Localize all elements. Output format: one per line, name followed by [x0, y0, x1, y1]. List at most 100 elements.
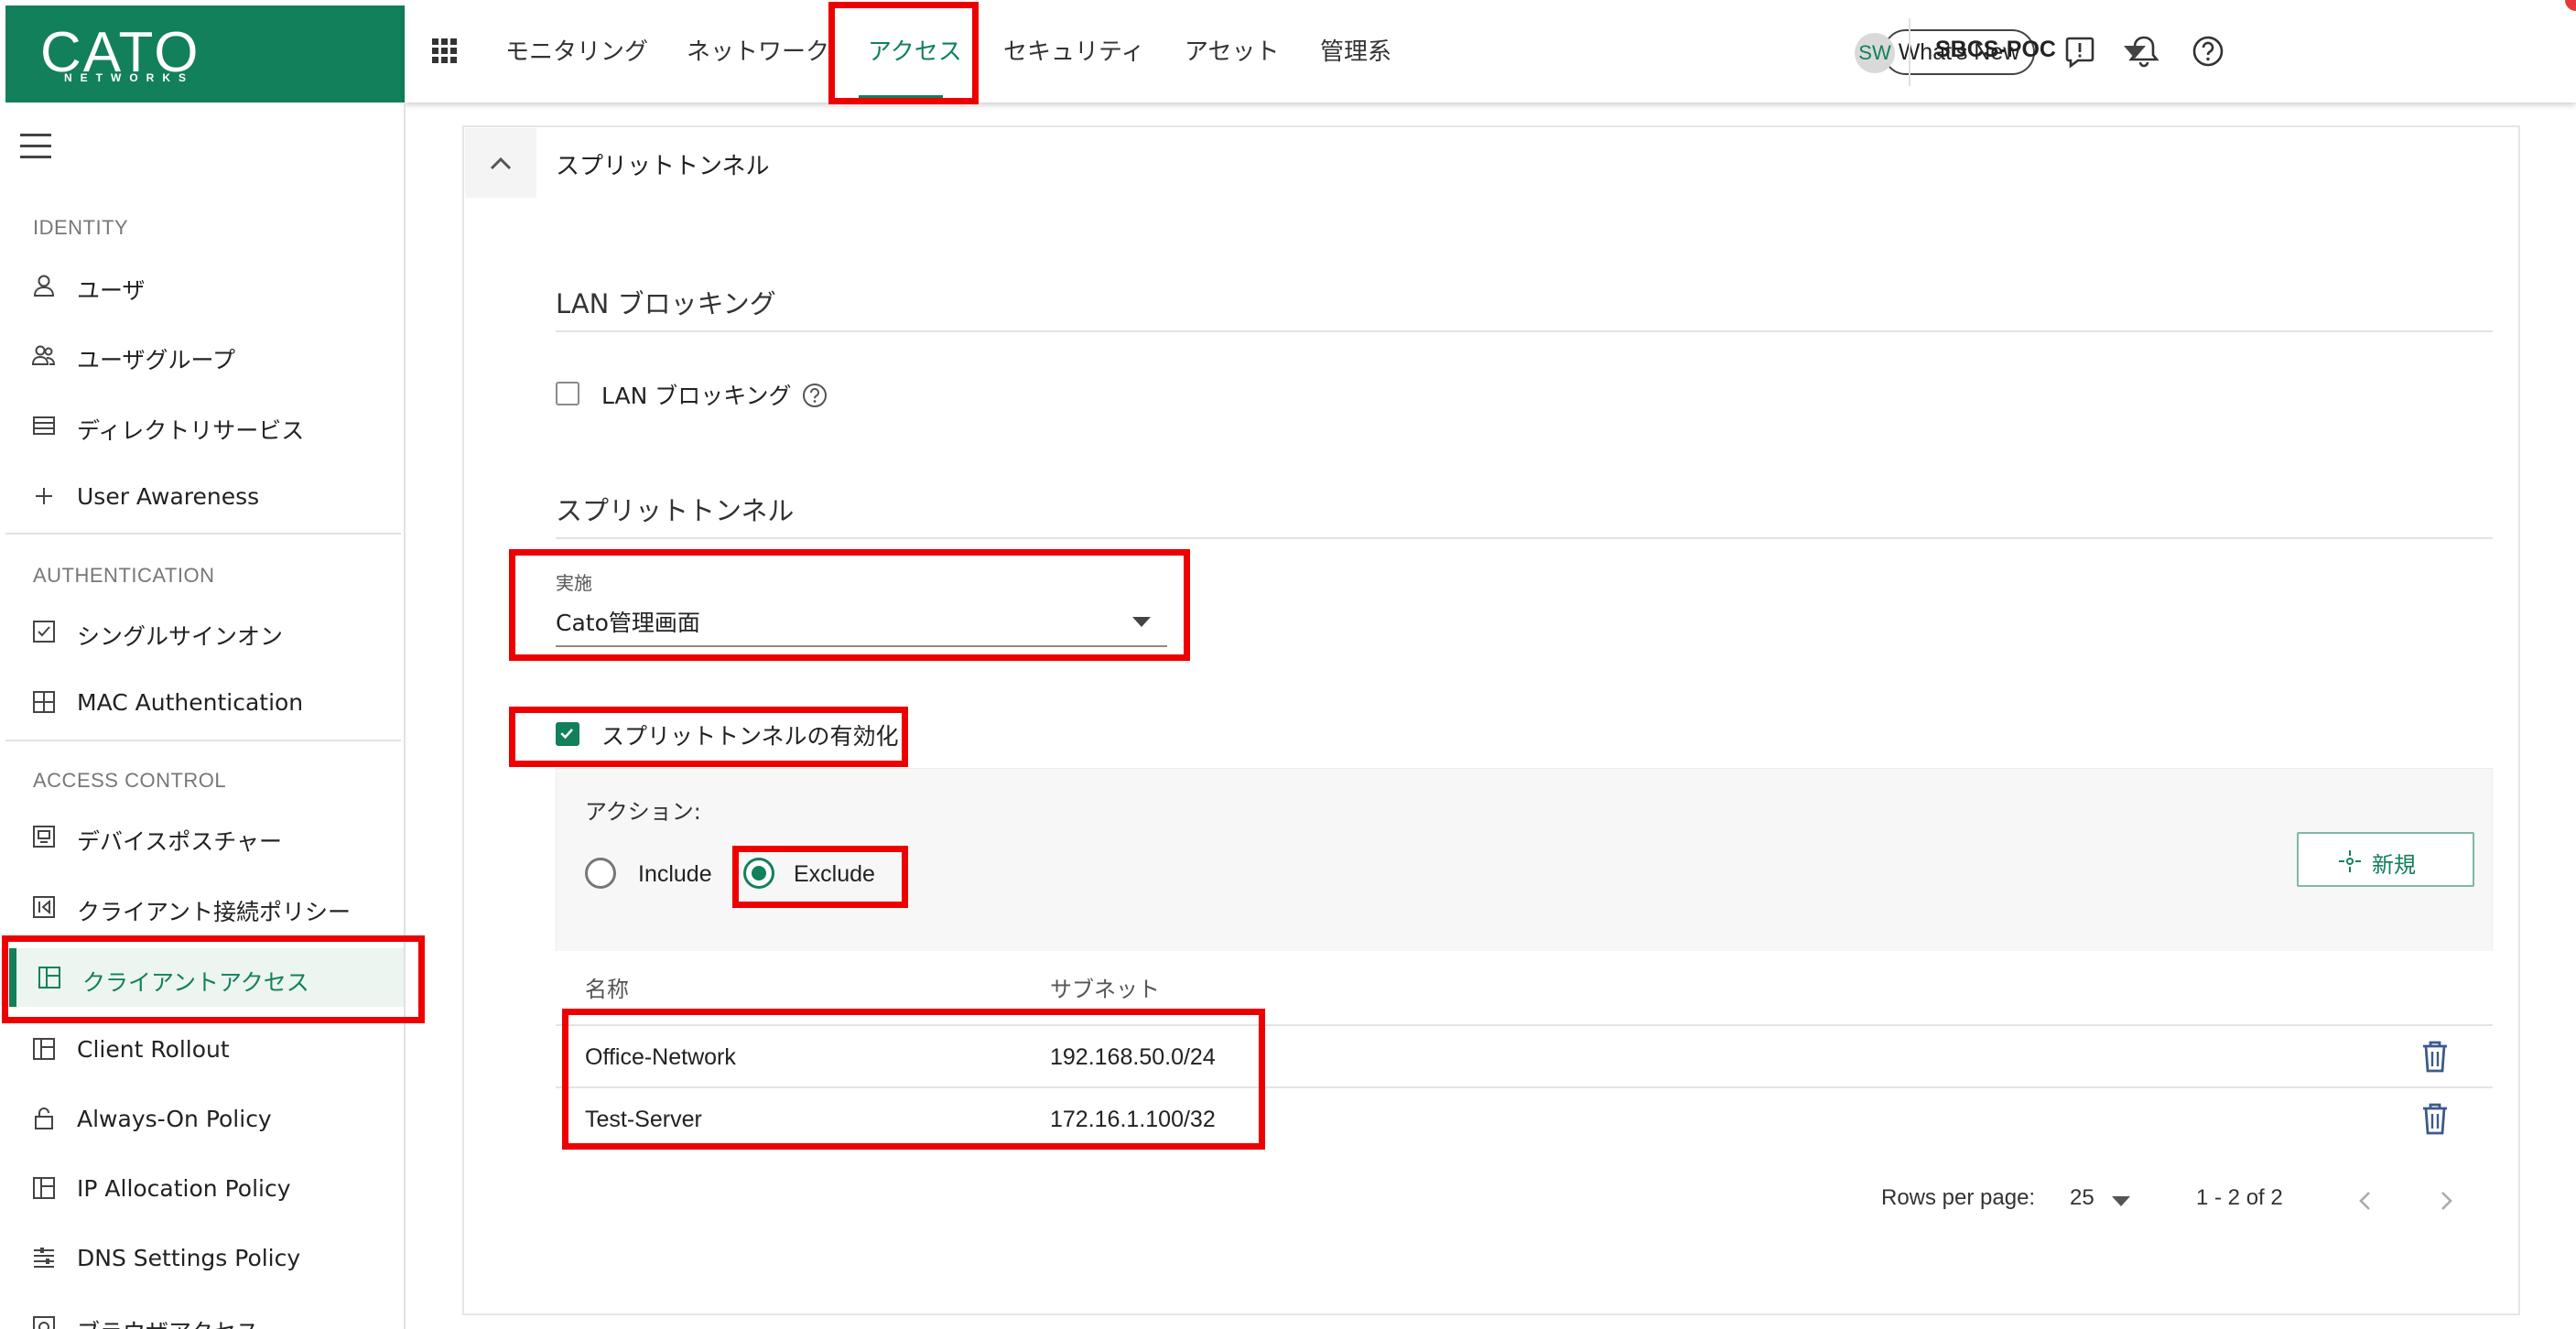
sidebar-section-authentication: AUTHENTICATION [33, 564, 215, 587]
sidebar-item-client-access[interactable]: クライアントアクセス [0, 948, 404, 1007]
sidebar: IDENTITY ユーザ ユーザグループ ディレクトリサービス User Awa… [0, 103, 406, 1329]
section-divider [556, 330, 2493, 332]
lock-icon [35, 1108, 53, 1129]
sidebar-section-identity: IDENTITY [33, 216, 129, 239]
sidebar-item-device-posture[interactable]: デバイスポスチャー [0, 807, 404, 866]
grid-icon [33, 691, 55, 713]
nav-security[interactable]: セキュリティ [1003, 33, 1144, 67]
enable-split-tunnel-checkbox[interactable] [556, 722, 579, 746]
sidebar-item-user-awareness[interactable]: User Awareness [0, 467, 404, 525]
nav-access[interactable]: アクセス [868, 33, 962, 67]
apps-grid-icon[interactable] [432, 38, 458, 64]
sidebar-item-label: デバイスポスチャー [77, 828, 283, 855]
table-row[interactable]: Test-Server 172.16.1.100/32 [556, 1086, 2493, 1151]
exclude-radio-label: Exclude [794, 861, 875, 887]
help-icon[interactable] [2190, 33, 2226, 70]
enforcement-select-label: 実施 [556, 572, 592, 594]
rows-per-page-caret-icon[interactable] [2112, 1196, 2130, 1206]
new-button[interactable]: 新規 [2297, 832, 2474, 887]
split-tunnel-card: スプリットトンネル LAN ブロッキング LAN ブロッキング スプリットトンネ… [462, 125, 2520, 1315]
table-row[interactable]: Office-Network 192.168.50.0/24 [556, 1024, 2493, 1088]
collapse-button[interactable] [465, 128, 536, 198]
lan-blocking-help-icon[interactable] [801, 382, 828, 409]
enforcement-select[interactable]: Cato管理画面 [556, 605, 700, 638]
sidebar-divider [5, 533, 401, 535]
sidebar-item-browser-access[interactable]: ブラウザアクセス [0, 1298, 404, 1329]
subnet-table: 名称 サブネット Office-Network 192.168.50.0/24 … [556, 951, 2493, 1152]
cato-logo[interactable]: CATO NETWORKS [5, 5, 405, 103]
tenant-dropdown-caret-icon[interactable] [2124, 46, 2146, 59]
column-header-subnet[interactable]: サブネット [1050, 971, 1160, 1003]
rows-per-page-label: Rows per page: [1881, 1185, 2036, 1210]
users-icon [31, 345, 56, 365]
corner-indicator [2565, 0, 2576, 11]
user-icon [33, 275, 55, 297]
column-header-name[interactable]: 名称 [585, 971, 629, 1003]
enforcement-select-underline [556, 645, 1167, 647]
sidebar-item-label: クライアント接続ポリシー [77, 899, 352, 925]
sidebar-item-user-groups[interactable]: ユーザグループ [0, 326, 404, 384]
nav-assets[interactable]: アセット [1185, 33, 1279, 67]
delete-trash-icon[interactable] [2419, 1101, 2451, 1136]
lan-blocking-checkbox-label: LAN ブロッキング [601, 383, 792, 409]
directory-icon [33, 416, 55, 435]
sidebar-item-dns-settings-policy[interactable]: DNS Settings Policy [0, 1228, 404, 1287]
section-divider [556, 537, 2493, 539]
lan-blocking-section-title: LAN ブロッキング [556, 288, 776, 319]
sidebar-item-label: クライアントアクセス [82, 969, 309, 996]
nav-admin[interactable]: 管理系 [1320, 33, 1391, 67]
nav-monitoring[interactable]: モニタリング [505, 33, 648, 67]
action-label: アクション: [585, 799, 701, 825]
sidebar-item-mac-authentication[interactable]: MAC Authentication [0, 673, 404, 731]
split-tunnel-section-title: スプリットトンネル [556, 495, 795, 526]
sidebar-item-label: IP Allocation Policy [77, 1175, 291, 1202]
tenant-name[interactable]: SBCS-POC [1935, 37, 2056, 63]
card-title: スプリットトンネル [556, 153, 770, 180]
rows-per-page-select[interactable]: 25 [2070, 1185, 2094, 1211]
nav-network[interactable]: ネットワーク [687, 33, 829, 67]
browser-icon [33, 1316, 55, 1329]
check-icon [560, 729, 574, 740]
connect-icon [33, 896, 55, 918]
pagination-range: 1 - 2 of 2 [2196, 1185, 2283, 1210]
sidebar-item-label: ブラウザアクセス [77, 1314, 259, 1329]
previous-page-icon[interactable] [2352, 1187, 2379, 1215]
device-icon [33, 826, 55, 848]
row-subnet: 192.168.50.0/24 [1050, 1044, 1216, 1070]
sidebar-item-label: ユーザ [77, 277, 146, 304]
sidebar-item-label: ディレクトリサービス [77, 417, 305, 444]
dns-icon [34, 1248, 54, 1268]
active-tab-indicator [859, 95, 943, 101]
sidebar-divider [5, 740, 401, 741]
include-radio[interactable] [585, 858, 616, 889]
layout-icon [33, 1177, 55, 1199]
sidebar-section-access-control: ACCESS CONTROL [33, 769, 227, 792]
delete-trash-icon[interactable] [2419, 1039, 2451, 1074]
enable-split-tunnel-label: スプリットトンネルの有効化 [601, 723, 899, 750]
lan-blocking-checkbox[interactable] [556, 382, 579, 405]
sparkle-add-icon [2339, 850, 2361, 872]
sidebar-item-ip-allocation-policy[interactable]: IP Allocation Policy [0, 1159, 404, 1217]
user-avatar[interactable]: SW [1855, 33, 1895, 73]
sidebar-item-label: Client Rollout [77, 1036, 230, 1063]
top-navigation-bar: モニタリング ネットワーク アクセス セキュリティ アセット 管理系 What'… [405, 0, 2576, 103]
chevron-up-icon [490, 157, 512, 170]
sidebar-item-directory-services[interactable]: ディレクトリサービス [0, 396, 404, 455]
sidebar-item-users[interactable]: ユーザ [0, 256, 404, 315]
next-page-icon[interactable] [2432, 1187, 2460, 1215]
sidebar-item-label: User Awareness [77, 483, 260, 510]
sidebar-item-single-sign-on[interactable]: シングルサインオン [0, 602, 404, 661]
sidebar-item-client-rollout[interactable]: Client Rollout [0, 1020, 404, 1078]
row-subnet: 172.16.1.100/32 [1050, 1107, 1216, 1132]
include-radio-label: Include [638, 861, 712, 887]
menu-hamburger-icon[interactable] [20, 134, 51, 167]
row-name: Office-Network [585, 1044, 736, 1070]
sidebar-item-label: ユーザグループ [77, 347, 236, 373]
feedback-icon[interactable] [2062, 33, 2098, 70]
select-caret-icon[interactable] [1132, 617, 1151, 627]
sidebar-item-label: Always-On Policy [77, 1106, 272, 1132]
sidebar-item-client-connection-policy[interactable]: クライアント接続ポリシー [0, 878, 404, 936]
exclude-radio[interactable] [743, 858, 774, 889]
sidebar-item-always-on-policy[interactable]: Always-On Policy [0, 1089, 404, 1148]
checkbox-icon [33, 621, 55, 643]
